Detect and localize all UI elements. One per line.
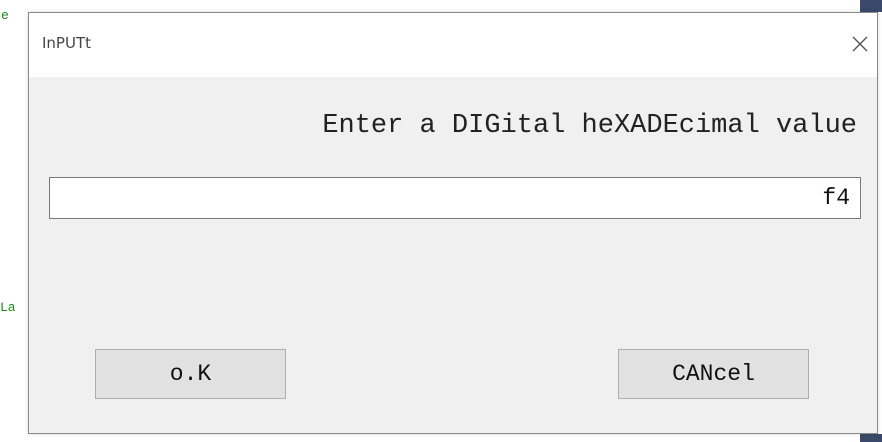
background-text-fragment: e	[1, 8, 9, 23]
cancel-button[interactable]: CANcel	[618, 349, 809, 399]
background-window-edge	[860, 0, 882, 12]
background-text-fragment: La	[0, 300, 16, 315]
hex-value-input[interactable]: f4	[49, 177, 861, 219]
background-window-edge	[860, 434, 882, 442]
dialog-title: InPUTt	[42, 34, 91, 52]
title-bar: InPUTt	[29, 13, 877, 77]
close-icon[interactable]	[849, 33, 871, 55]
prompt-label: Enter a DIGital heXADEcimal value	[322, 111, 857, 141]
input-dialog: InPUTt Enter a DIGital heXADEcimal value…	[28, 12, 878, 434]
ok-button[interactable]: o.K	[95, 349, 286, 399]
